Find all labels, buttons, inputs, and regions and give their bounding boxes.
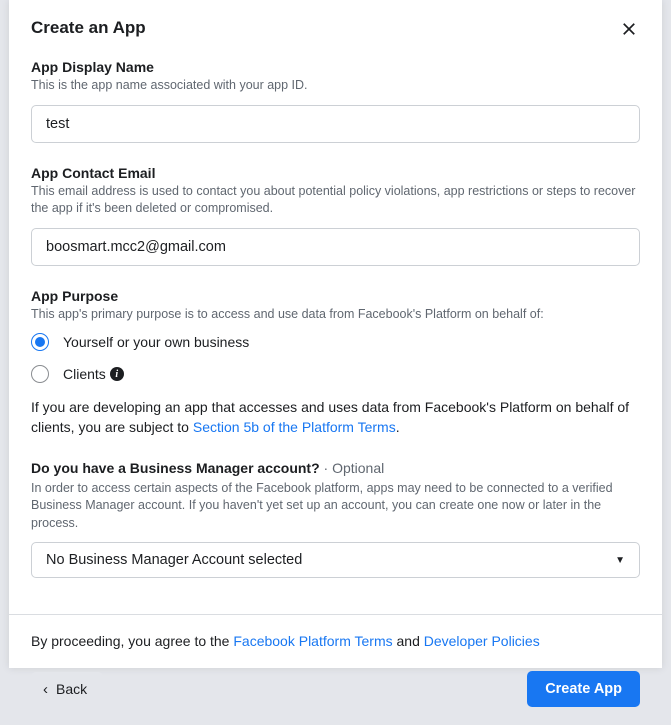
business-manager-label: Do you have a Business Manager account? bbox=[31, 460, 320, 476]
back-button[interactable]: ‹ Back bbox=[31, 672, 103, 706]
modal-footer: ‹ Back Create App bbox=[9, 649, 662, 725]
info-icon[interactable]: i bbox=[110, 367, 124, 381]
back-button-label: Back bbox=[56, 681, 87, 697]
modal-title: Create an App bbox=[31, 18, 146, 38]
agree-prefix: By proceeding, you agree to the bbox=[31, 633, 233, 649]
app-contact-email-section: App Contact Email This email address is … bbox=[31, 165, 640, 266]
business-manager-selected: No Business Manager Account selected bbox=[46, 552, 302, 568]
create-app-button[interactable]: Create App bbox=[527, 671, 640, 707]
business-manager-desc: In order to access certain aspects of th… bbox=[31, 480, 640, 533]
chevron-left-icon: ‹ bbox=[43, 682, 48, 697]
radio-clients[interactable] bbox=[31, 365, 49, 383]
app-display-name-label: App Display Name bbox=[31, 59, 640, 75]
modal-body: App Display Name This is the app name as… bbox=[9, 49, 662, 578]
create-app-modal: Create an App App Display Name This is t… bbox=[9, 0, 662, 668]
modal-header: Create an App bbox=[9, 0, 662, 49]
close-button[interactable] bbox=[618, 18, 640, 45]
app-contact-email-label: App Contact Email bbox=[31, 165, 640, 181]
app-purpose-label: App Purpose bbox=[31, 288, 640, 304]
developer-policies-link[interactable]: Developer Policies bbox=[424, 633, 540, 649]
purpose-option-yourself[interactable]: Yourself or your own business bbox=[31, 333, 640, 351]
platform-terms-5b-link[interactable]: Section 5b of the Platform Terms bbox=[193, 419, 396, 435]
radio-yourself[interactable] bbox=[31, 333, 49, 351]
app-display-name-input[interactable] bbox=[31, 105, 640, 143]
app-display-name-desc: This is the app name associated with you… bbox=[31, 77, 640, 95]
close-icon bbox=[620, 20, 638, 38]
business-manager-optional: · Optional bbox=[320, 460, 385, 476]
radio-clients-label: Clients bbox=[63, 366, 106, 382]
business-manager-dropdown[interactable]: No Business Manager Account selected ▼ bbox=[31, 542, 640, 578]
radio-yourself-label: Yourself or your own business bbox=[63, 334, 249, 350]
purpose-note: If you are developing an app that access… bbox=[31, 397, 640, 438]
business-manager-section: Do you have a Business Manager account? … bbox=[31, 460, 640, 579]
app-purpose-section: App Purpose This app's primary purpose i… bbox=[31, 288, 640, 438]
agree-mid: and bbox=[393, 633, 424, 649]
purpose-option-clients[interactable]: Clients i bbox=[31, 365, 640, 383]
app-purpose-desc: This app's primary purpose is to access … bbox=[31, 306, 640, 324]
chevron-down-icon: ▼ bbox=[615, 555, 625, 566]
agreement-text: By proceeding, you agree to the Facebook… bbox=[9, 615, 662, 649]
platform-terms-link[interactable]: Facebook Platform Terms bbox=[233, 633, 392, 649]
app-contact-email-input[interactable] bbox=[31, 228, 640, 266]
app-contact-email-desc: This email address is used to contact yo… bbox=[31, 183, 640, 218]
purpose-note-suffix: . bbox=[396, 419, 400, 435]
app-display-name-section: App Display Name This is the app name as… bbox=[31, 59, 640, 143]
